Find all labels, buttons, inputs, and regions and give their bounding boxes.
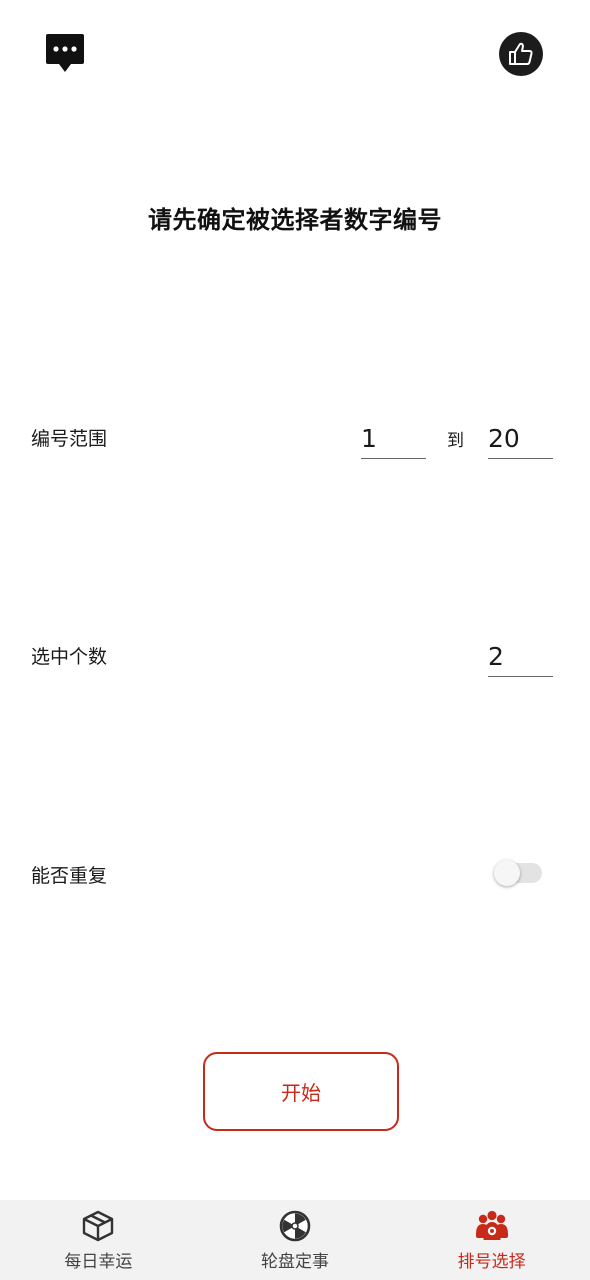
toggle-knob (494, 860, 520, 886)
wheel-icon (279, 1210, 311, 1242)
page-title: 请先确定被选择者数字编号 (148, 206, 442, 234)
people-icon (475, 1210, 508, 1240)
nav-item-wheel[interactable]: 轮盘定事 (197, 1200, 394, 1280)
range-to-input[interactable] (488, 418, 553, 459)
bottom-nav: 每日幸运 轮盘定事 排号选择 (0, 1200, 590, 1280)
nav-item-daily-luck[interactable]: 每日幸运 (0, 1200, 197, 1280)
chat-bubble-icon (46, 34, 84, 72)
nav-label: 排号选择 (457, 1252, 526, 1272)
box-icon (83, 1210, 114, 1242)
chat-button[interactable] (44, 32, 86, 76)
nav-item-number-select[interactable]: 排号选择 (393, 1200, 590, 1280)
thumbs-up-icon (509, 42, 533, 65)
nav-label: 每日幸运 (64, 1252, 133, 1272)
repeat-toggle[interactable] (494, 860, 544, 886)
repeat-label: 能否重复 (31, 865, 108, 887)
range-label: 编号范围 (31, 428, 108, 450)
range-to-label: 到 (447, 431, 464, 451)
count-input[interactable] (488, 636, 553, 677)
start-button[interactable]: 开始 (203, 1052, 399, 1131)
count-label: 选中个数 (31, 646, 108, 668)
nav-label: 轮盘定事 (261, 1252, 329, 1272)
range-from-input[interactable] (361, 418, 426, 459)
like-button[interactable] (499, 32, 543, 76)
